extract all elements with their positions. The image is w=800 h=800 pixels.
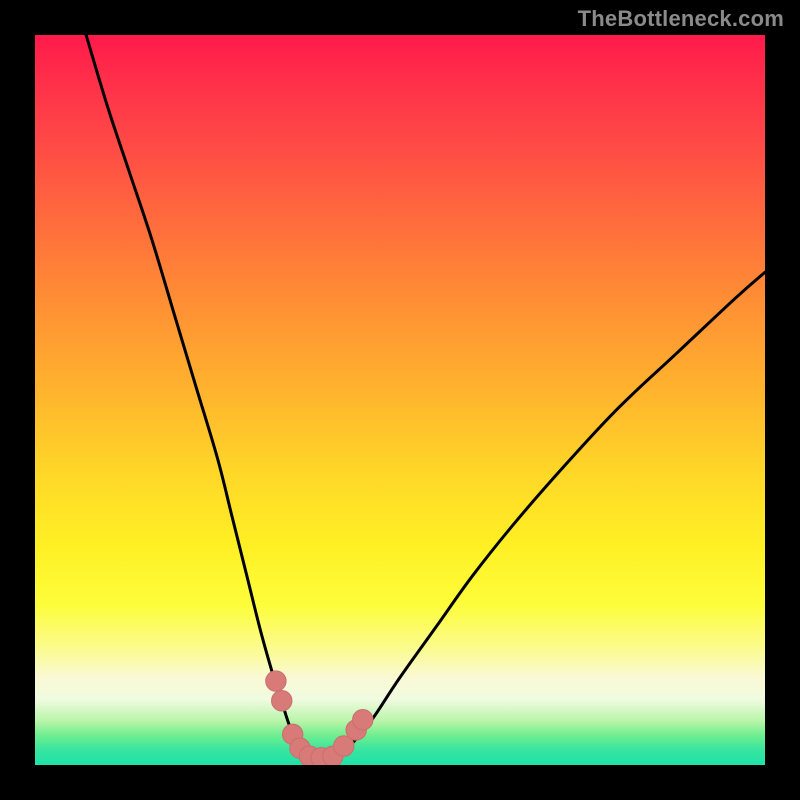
bottleneck-curve (86, 35, 765, 765)
valley-markers (266, 671, 373, 765)
watermark-text: TheBottleneck.com (578, 6, 784, 32)
marker-dot (266, 671, 286, 691)
marker-dot (272, 691, 292, 711)
plot-area (35, 35, 765, 765)
curve-layer (35, 35, 765, 765)
chart-frame: TheBottleneck.com (0, 0, 800, 800)
marker-dot (353, 710, 373, 730)
